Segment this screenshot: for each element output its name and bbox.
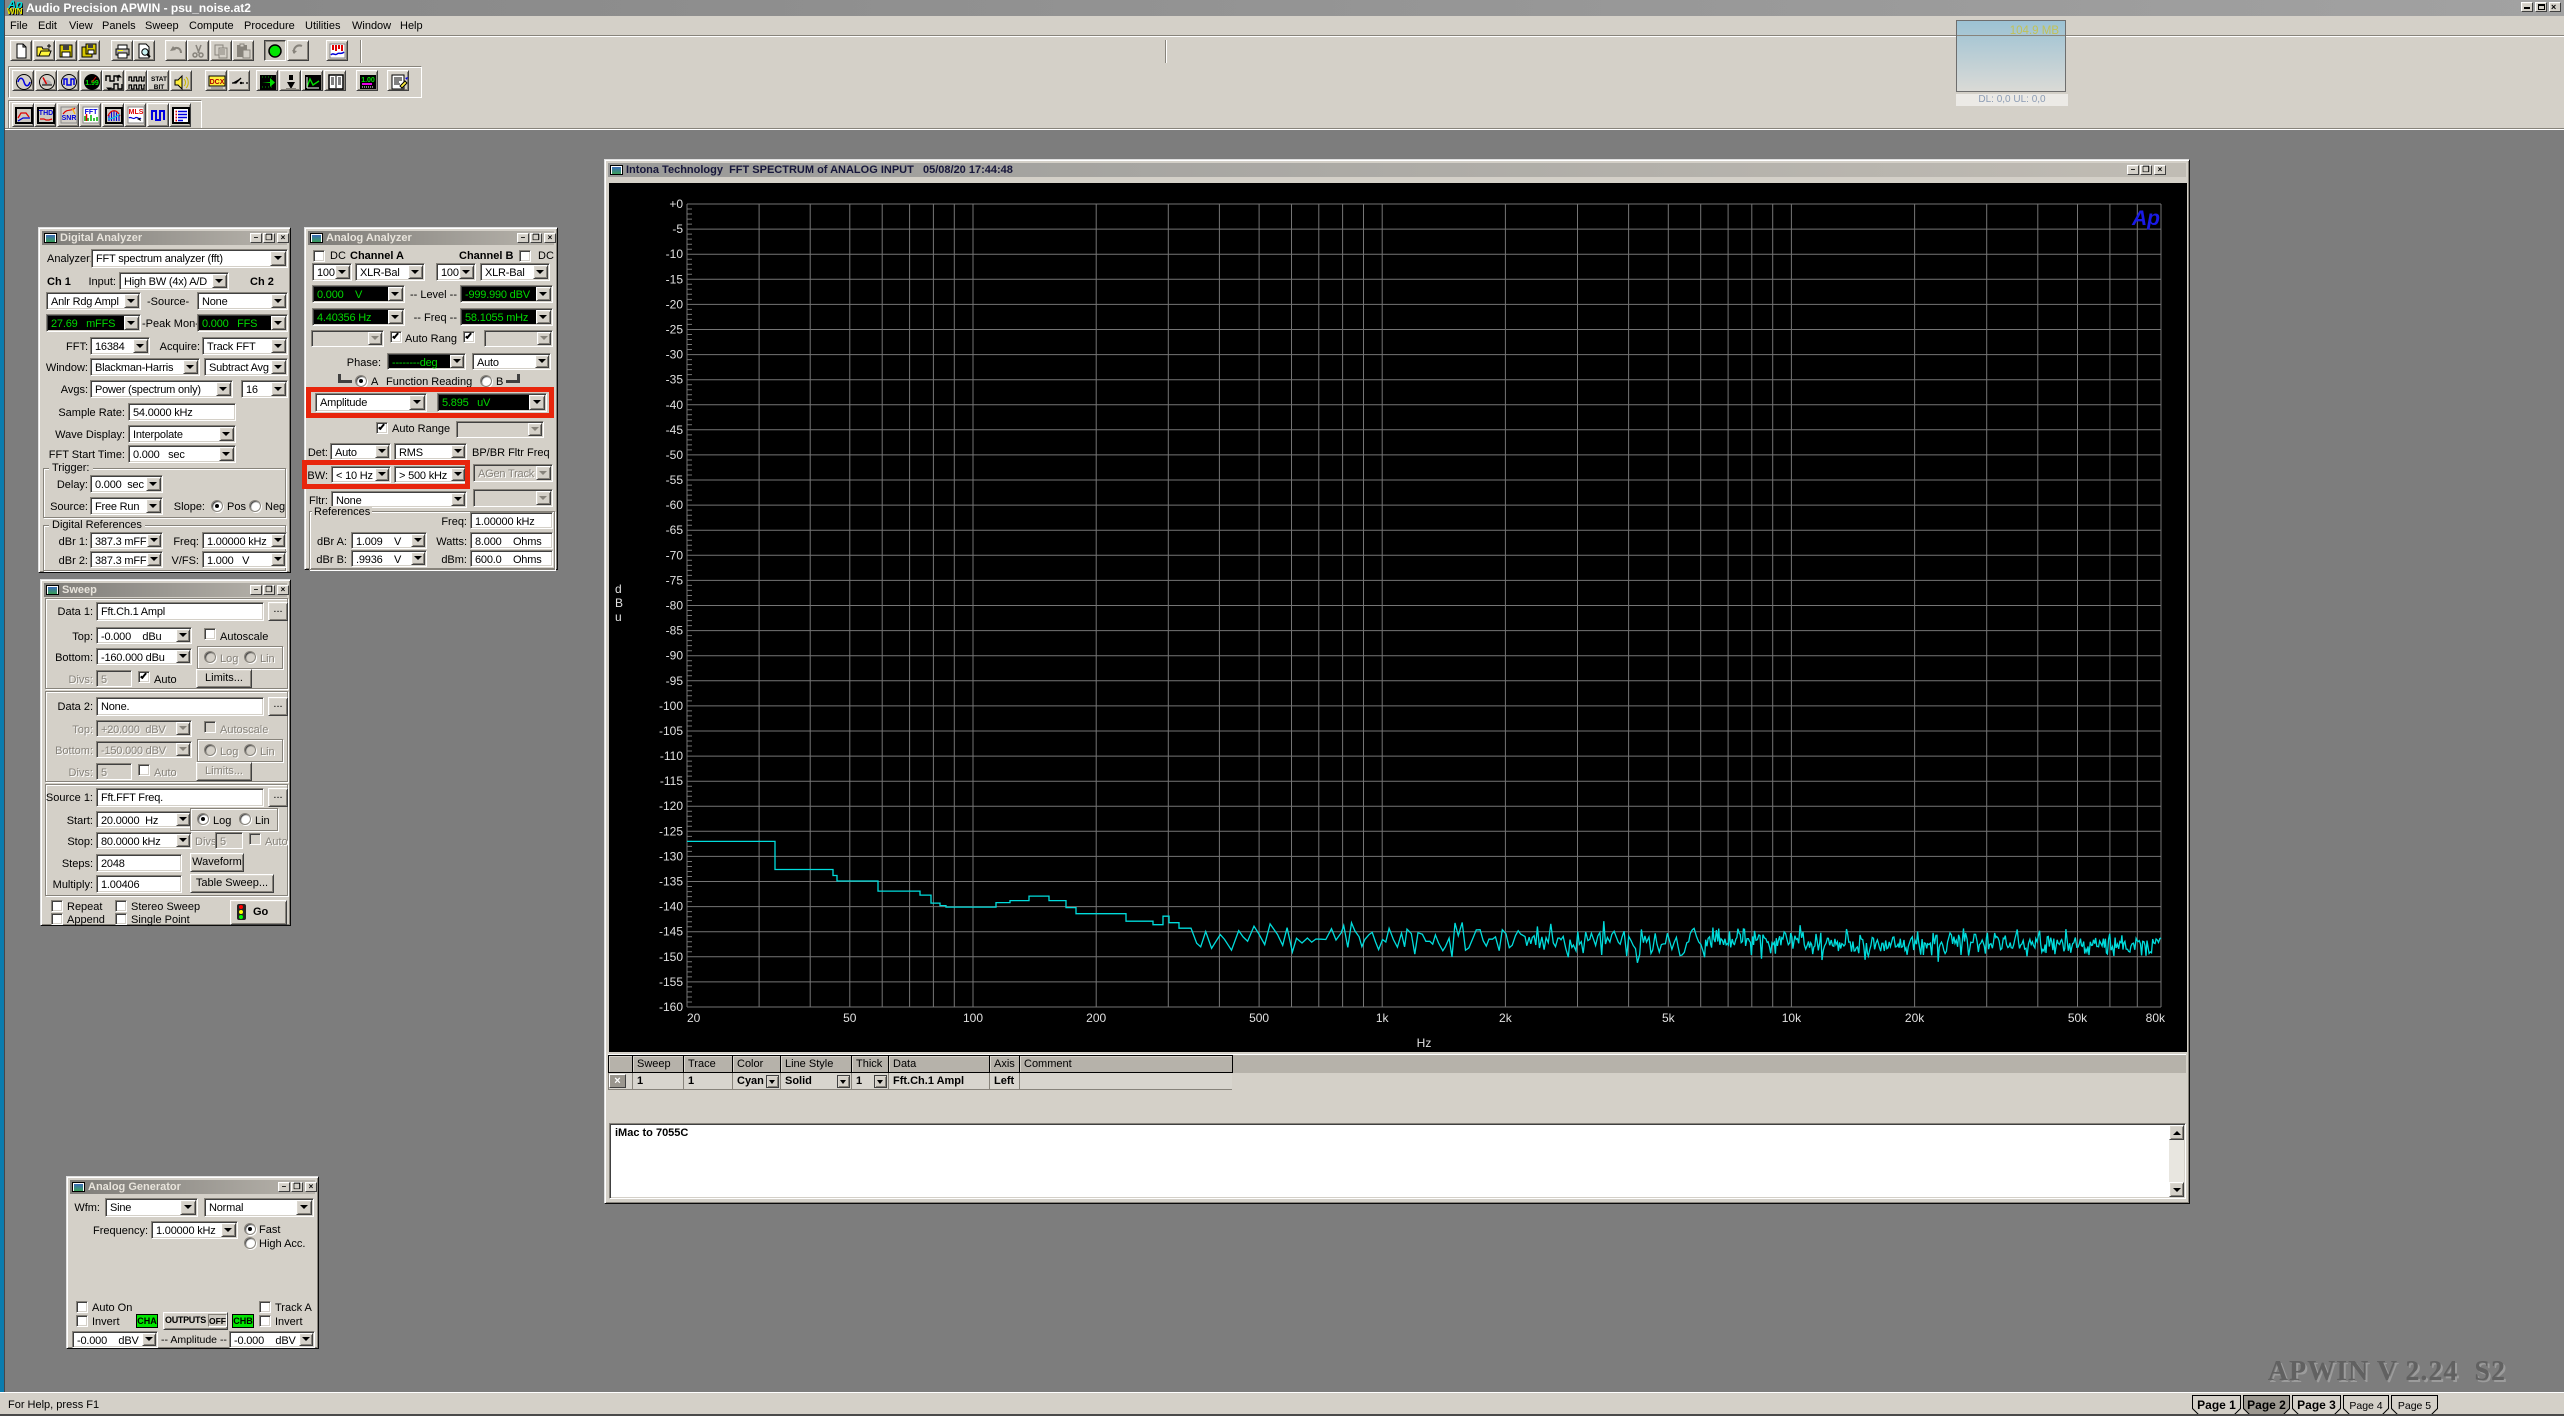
svg-text:-70: -70	[666, 548, 684, 562]
svg-text:DCX: DCX	[210, 79, 225, 86]
svg-text:-120: -120	[659, 799, 683, 813]
svg-text:-50: -50	[666, 448, 684, 462]
svg-text:100: 100	[963, 1011, 983, 1025]
svg-text:-35: -35	[666, 373, 684, 387]
svg-text:-160: -160	[659, 1000, 683, 1014]
svg-text:-90: -90	[666, 649, 684, 663]
svg-text:Page 1: Page 1	[2197, 1398, 2236, 1412]
svg-text:-95: -95	[666, 674, 684, 688]
svg-text:B: B	[615, 596, 623, 610]
svg-text:50k: 50k	[2068, 1011, 2088, 1025]
svg-text:-110: -110	[660, 749, 683, 763]
svg-text:-85: -85	[666, 624, 684, 638]
svg-text:1k: 1k	[1376, 1011, 1390, 1025]
svg-text:Ap: Ap	[2131, 207, 2160, 230]
svg-text:SNR: SNR	[61, 115, 76, 122]
svg-text:-140: -140	[659, 900, 683, 914]
svg-text:20k: 20k	[1905, 1011, 1925, 1025]
svg-text:Page 3: Page 3	[2297, 1398, 2336, 1412]
svg-text:-10: -10	[666, 247, 684, 261]
svg-text:-25: -25	[666, 323, 684, 337]
svg-text:-130: -130	[659, 849, 683, 863]
svg-text:50: 50	[843, 1011, 857, 1025]
svg-text:-55: -55	[666, 473, 684, 487]
svg-text:-30: -30	[666, 348, 684, 362]
svg-text:-125: -125	[659, 824, 683, 838]
svg-text:2k: 2k	[1499, 1011, 1513, 1025]
svg-text:Page 5: Page 5	[2398, 1400, 2431, 1412]
svg-text:200: 200	[1086, 1011, 1106, 1025]
svg-text:20: 20	[687, 1011, 701, 1025]
svg-text:-5: -5	[672, 222, 683, 236]
svg-text:-65: -65	[666, 523, 684, 537]
svg-text:Hz: Hz	[1417, 1036, 1432, 1050]
svg-text:Page 2: Page 2	[2247, 1398, 2286, 1412]
svg-text:STAT: STAT	[151, 76, 167, 83]
svg-text:10k: 10k	[1782, 1011, 1802, 1025]
svg-text:1.00: 1.00	[361, 77, 375, 84]
svg-text:-45: -45	[666, 423, 684, 437]
svg-text:5k: 5k	[1662, 1011, 1676, 1025]
svg-text:-40: -40	[666, 398, 684, 412]
svg-text:BIT: BIT	[154, 84, 165, 91]
svg-text:THD: THD	[39, 110, 53, 117]
svg-text:-60: -60	[666, 498, 684, 512]
svg-text:u: u	[615, 610, 622, 624]
svg-text:-135: -135	[659, 875, 683, 889]
svg-text:80k: 80k	[2146, 1011, 2166, 1025]
svg-text:500: 500	[1249, 1011, 1269, 1025]
svg-text:-15: -15	[666, 272, 684, 286]
svg-text:d: d	[615, 582, 622, 596]
svg-text:-145: -145	[659, 925, 683, 939]
svg-text:-105: -105	[659, 724, 683, 738]
svg-text:-115: -115	[660, 774, 683, 788]
svg-text:-80: -80	[666, 599, 684, 613]
svg-text:-75: -75	[666, 573, 684, 587]
svg-text:-20: -20	[666, 297, 684, 311]
svg-text:1.99: 1.99	[85, 80, 99, 87]
svg-text:+0: +0	[669, 197, 683, 211]
svg-text:-155: -155	[659, 975, 683, 989]
svg-text:MLS: MLS	[129, 109, 144, 116]
svg-text:-150: -150	[659, 950, 683, 964]
svg-text:-100: -100	[659, 699, 683, 713]
svg-text:Page 4: Page 4	[2349, 1400, 2382, 1412]
